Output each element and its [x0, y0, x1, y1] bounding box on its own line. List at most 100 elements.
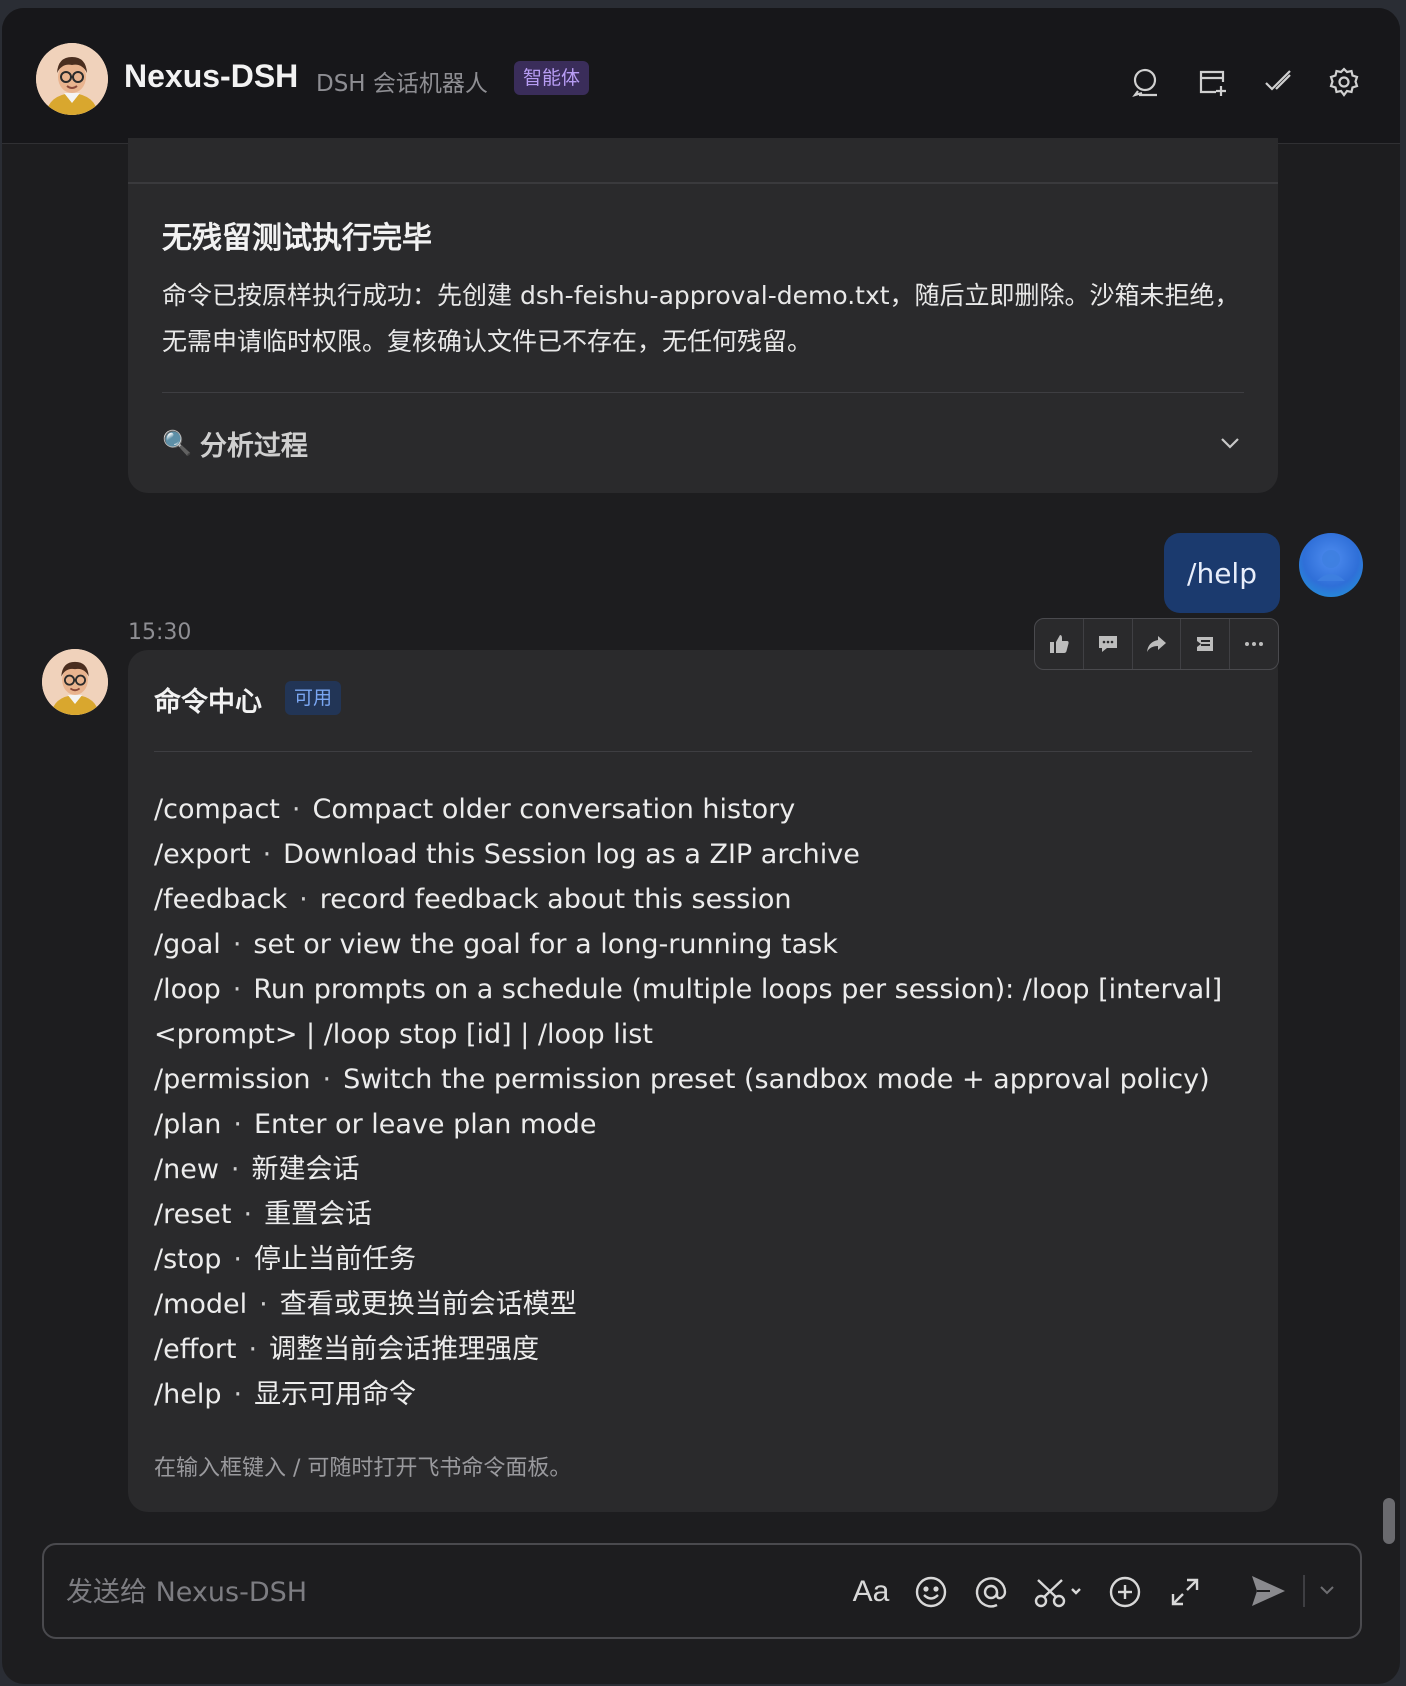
- emoji-icon[interactable]: [912, 1573, 950, 1611]
- search-chat-icon[interactable]: [1130, 66, 1162, 98]
- text-format-icon[interactable]: Aa: [852, 1573, 890, 1611]
- command-description: record feedback about this session: [319, 884, 792, 915]
- message-timestamp: 15:30: [128, 620, 192, 645]
- separator-dot: ·: [259, 1289, 268, 1320]
- command-item: /effort · 调整当前会话推理强度: [154, 1327, 1254, 1372]
- command-name: /plan: [154, 1109, 222, 1140]
- command-item: /feedback · record feedback about this ses…: [154, 877, 1254, 922]
- gear-icon[interactable]: [1328, 66, 1360, 98]
- command-description: 重置会话: [264, 1199, 373, 1230]
- format-label: Aa: [852, 1575, 890, 1608]
- command-description: set or view the goal for a long-running …: [253, 929, 838, 960]
- bot-name[interactable]: Nexus-DSH: [124, 58, 298, 95]
- screenshot-scissors-icon[interactable]: [1032, 1573, 1084, 1611]
- command-name: /reset: [154, 1199, 232, 1230]
- magnifier-icon: 🔍: [162, 429, 192, 457]
- message-input[interactable]: [66, 1569, 706, 1615]
- separator-dot: ·: [230, 1154, 240, 1185]
- bot-subtitle: DSH 会话机器人: [316, 71, 488, 97]
- command-item: /stop · 停止当前任务: [154, 1237, 1254, 1282]
- command-description: Enter or leave plan mode: [254, 1109, 597, 1140]
- command-description: 新建会话: [251, 1154, 360, 1185]
- comment-icon[interactable]: [1084, 619, 1133, 669]
- quote-icon[interactable]: [1181, 619, 1231, 669]
- send-icon[interactable]: [1248, 1571, 1288, 1611]
- command-description: Compact older conversation history: [312, 794, 796, 825]
- separator-dot: ·: [291, 794, 301, 825]
- command-item: /export · Download this Session log as a Z…: [154, 832, 1254, 877]
- chevron-down-icon[interactable]: [1316, 1579, 1338, 1601]
- command-item: /permission · Switch the permission preset…: [154, 1057, 1254, 1102]
- command-name: /feedback: [154, 884, 288, 915]
- scrollbar-thumb[interactable]: [1383, 1498, 1395, 1544]
- result-title: 无残留测试执行完毕: [162, 221, 432, 256]
- command-hint: 在输入框键入 / 可随时打开飞书命令面板。: [154, 1456, 572, 1481]
- separator-dot: ·: [233, 1109, 242, 1140]
- separator-dot: ·: [299, 884, 308, 915]
- message-action-bar: [1034, 618, 1279, 670]
- command-center-card: 命令中心 可用 /compact · Compact older conversat…: [128, 650, 1278, 1512]
- command-item: /plan · Enter or leave plan mode: [154, 1102, 1254, 1147]
- command-item: /model · 查看或更换当前会话模型: [154, 1282, 1254, 1327]
- command-name: /goal: [154, 929, 221, 960]
- thumbs-up-icon[interactable]: [1035, 619, 1084, 669]
- more-icon[interactable]: [1230, 619, 1278, 669]
- bot-avatar[interactable]: [36, 43, 108, 115]
- user-message-bubble[interactable]: /help: [1164, 533, 1280, 613]
- agent-badge: 智能体: [514, 61, 590, 95]
- command-name: /stop: [154, 1244, 222, 1275]
- command-item: /loop · Run prompts on a schedule (multipl…: [154, 967, 1254, 1057]
- send-divider: [1303, 1575, 1305, 1607]
- header-toolbar: [1130, 66, 1360, 98]
- command-name: /loop: [154, 974, 221, 1005]
- command-name: /export: [154, 839, 251, 870]
- command-name: /permission: [154, 1064, 311, 1095]
- command-name: /model: [154, 1289, 248, 1320]
- chat-window: Nexus-DSH DSH 会话机器人 智能体 无残留测试执行完毕 命令已按原样…: [2, 8, 1400, 1684]
- command-description: Download this Session log as a ZIP archi…: [283, 839, 860, 870]
- separator-dot: ·: [232, 974, 242, 1005]
- card-divider: [154, 751, 1252, 752]
- command-item: /reset · 重置会话: [154, 1192, 1254, 1237]
- user-avatar[interactable]: [1299, 533, 1363, 597]
- command-item: /new · 新建会话: [154, 1147, 1254, 1192]
- separator-dot: ·: [233, 1244, 243, 1275]
- separator-dot: ·: [322, 1064, 332, 1095]
- command-description: 显示可用命令: [254, 1379, 417, 1410]
- previous-result-card: 无残留测试执行完毕 命令已按原样执行成功：先创建 dsh-feishu-appr…: [128, 138, 1278, 493]
- command-name: /help: [154, 1379, 222, 1410]
- command-description: 调整当前会话推理强度: [269, 1334, 540, 1365]
- separator-dot: ·: [232, 929, 242, 960]
- chat-header: Nexus-DSH DSH 会话机器人 智能体: [2, 8, 1400, 144]
- add-icon[interactable]: [1106, 1573, 1144, 1611]
- command-name: /new: [154, 1154, 219, 1185]
- command-center-title: 命令中心: [154, 687, 262, 718]
- checkmark-pen-icon[interactable]: [1262, 66, 1294, 98]
- analysis-label: 分析过程: [199, 430, 308, 462]
- new-tab-icon[interactable]: [1196, 66, 1228, 98]
- forward-icon[interactable]: [1133, 619, 1182, 669]
- mention-icon[interactable]: [972, 1573, 1010, 1611]
- command-description: Run prompts on a schedule (multiple loop…: [154, 974, 1231, 1050]
- bot-avatar-small[interactable]: [42, 649, 108, 715]
- command-item: /help · 显示可用命令: [154, 1372, 1254, 1417]
- command-item: /compact · Compact older conversation hist…: [154, 787, 1254, 832]
- chevron-down-icon[interactable]: [1216, 429, 1244, 457]
- composer-toolbar: Aa: [852, 1573, 1204, 1611]
- expand-icon[interactable]: [1166, 1573, 1204, 1611]
- command-description: 停止当前任务: [254, 1244, 417, 1275]
- command-list: /compact · Compact older conversation hist…: [154, 787, 1254, 1417]
- separator-dot: ·: [243, 1199, 253, 1230]
- card-divider: [128, 182, 1278, 184]
- status-badge: 可用: [285, 681, 342, 715]
- separator-dot: ·: [233, 1379, 243, 1410]
- command-description: Switch the permission preset (sandbox mo…: [343, 1064, 1210, 1095]
- separator-dot: ·: [248, 1334, 258, 1365]
- result-body: 命令已按原样执行成功：先创建 dsh-feishu-approval-demo.…: [162, 281, 1240, 356]
- command-name: /compact: [154, 794, 280, 825]
- card-divider: [162, 392, 1244, 393]
- message-composer: Aa: [42, 1543, 1362, 1639]
- command-item: /goal · set or view the goal for a long-ru…: [154, 922, 1254, 967]
- command-name: /effort: [154, 1334, 237, 1365]
- analysis-toggle[interactable]: 🔍 分析过程: [162, 418, 1244, 468]
